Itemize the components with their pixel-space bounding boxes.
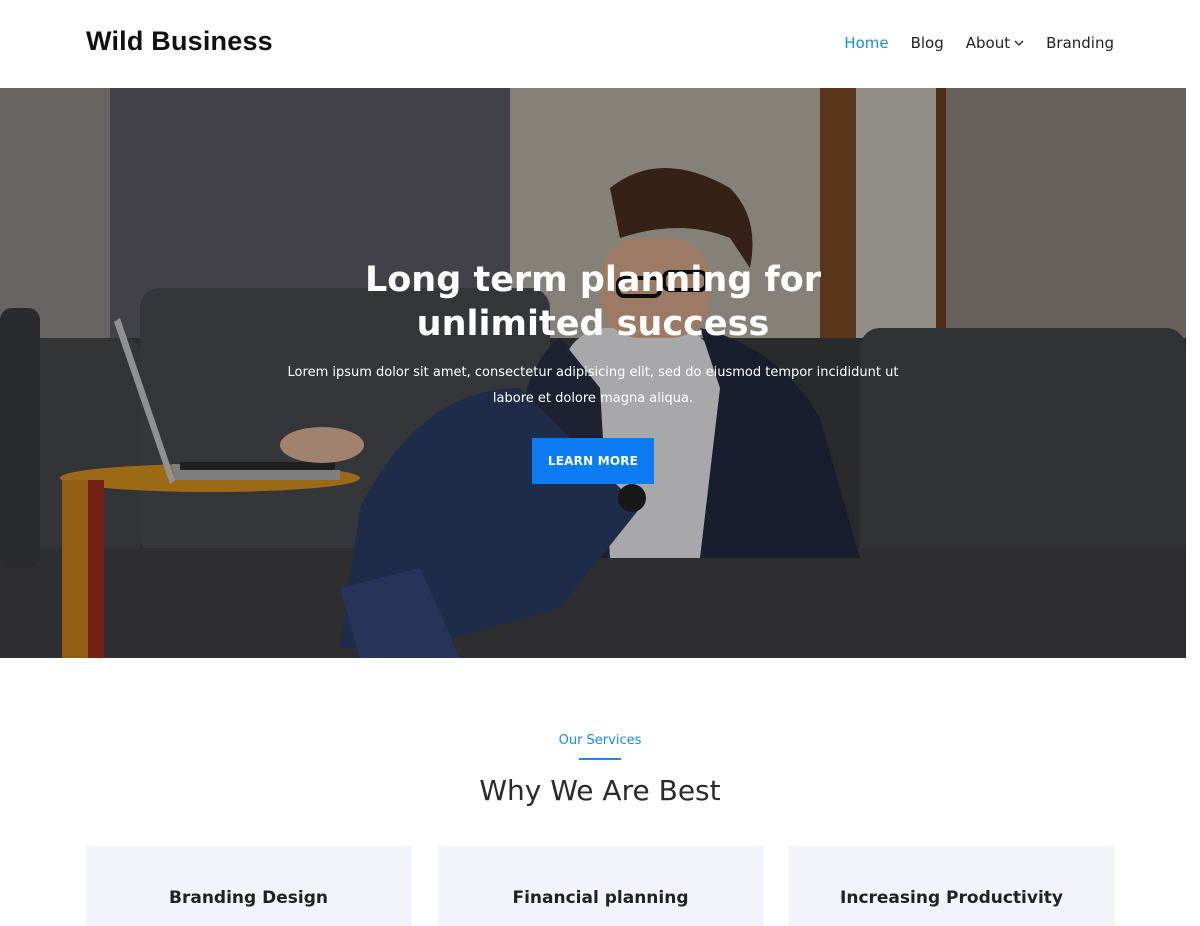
site-header: Wild Business Home Blog About Branding <box>0 0 1200 88</box>
nav-item-label: About <box>965 34 1011 52</box>
service-card-title: Financial planning <box>512 888 689 908</box>
hero-content: Long term planning for unlimited success… <box>0 258 1186 484</box>
nav-item-branding[interactable]: Branding <box>1046 34 1114 52</box>
nav-item-about[interactable]: About <box>966 34 1024 52</box>
hero-title: Long term planning for unlimited success <box>364 260 822 344</box>
nav-item-label: Home <box>844 34 889 52</box>
service-card-branding[interactable]: Branding Design <box>86 846 411 926</box>
learn-more-button[interactable]: LEARN MORE <box>532 438 654 484</box>
nav-item-blog[interactable]: Blog <box>911 34 944 52</box>
eyebrow-divider <box>579 758 621 760</box>
nav-item-label: Blog <box>910 34 944 52</box>
service-card-financial[interactable]: Financial planning <box>438 846 763 926</box>
hero-banner: Long term planning for unlimited success… <box>0 88 1186 658</box>
services-eyebrow: Our Services <box>558 733 642 748</box>
site-title[interactable]: Wild Business <box>86 26 273 57</box>
services-section: Our Services Why We Are Best Branding De… <box>0 658 1200 926</box>
service-card-productivity[interactable]: Increasing Productivity <box>789 846 1114 926</box>
nav-item-home[interactable]: Home <box>844 34 888 52</box>
chevron-down-icon <box>1014 40 1024 46</box>
services-title: Why We Are Best <box>479 774 721 807</box>
service-card-title: Branding Design <box>169 888 328 908</box>
nav-item-label: Branding <box>1046 34 1114 52</box>
service-card-title: Increasing Productivity <box>840 888 1063 908</box>
hero-text: Lorem ipsum dolor sit amet, consectetur … <box>287 365 899 406</box>
main-nav: Home Blog About Branding <box>822 34 1114 52</box>
